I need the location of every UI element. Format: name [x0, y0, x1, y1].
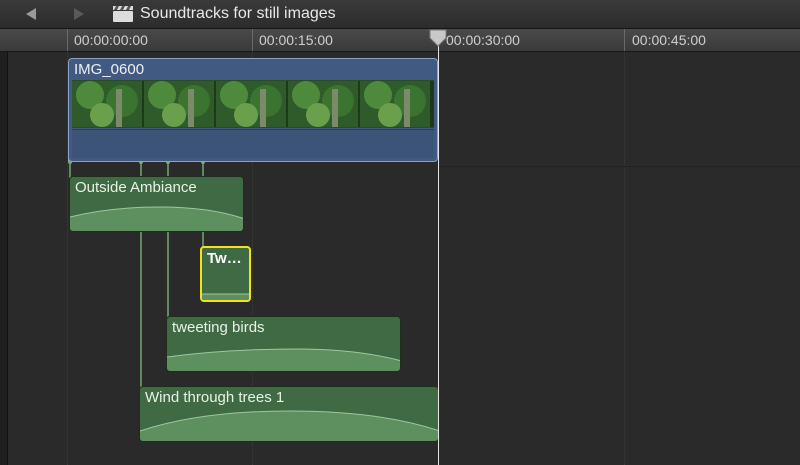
video-clip-name: IMG_0600 [74, 61, 145, 78]
audio-waveform [140, 410, 438, 441]
lane-divider [440, 166, 800, 167]
video-thumbnail [216, 81, 286, 127]
back-button[interactable] [18, 5, 44, 23]
audio-clip-tweeting-short[interactable]: Tw… [200, 246, 251, 302]
video-thumbnail [72, 81, 142, 127]
timecode-ruler[interactable]: 00:00:00:00 00:00:15:00 00:00:30:00 00:0… [0, 29, 800, 52]
audio-clip-wind-through-trees[interactable]: Wind through trees 1 [139, 386, 439, 442]
video-clip[interactable]: IMG_0600 [68, 58, 438, 162]
clapperboard-icon [113, 6, 133, 22]
audio-clip-name: tweeting birds [172, 319, 265, 336]
ruler-tick-15: 00:00:15:00 [259, 32, 333, 48]
timeline-gutter [0, 52, 8, 465]
audio-waveform [70, 206, 243, 231]
video-thumbnail [288, 81, 358, 127]
audio-clip-tweeting-birds[interactable]: tweeting birds [166, 316, 401, 372]
ruler-tick-30: 00:00:30:00 [446, 32, 520, 48]
ruler-tick-0: 00:00:00:00 [74, 32, 148, 48]
video-audio-area [72, 129, 434, 158]
video-thumbnail [144, 81, 214, 127]
audio-clip-name: Outside Ambiance [75, 179, 197, 196]
grid-line [624, 52, 625, 465]
audio-clip-name: Tw… [207, 250, 242, 267]
audio-clip-outside-ambiance[interactable]: Outside Ambiance [69, 176, 244, 232]
toolbar: Soundtracks for still images [0, 0, 800, 29]
video-filmstrip [72, 80, 434, 128]
forward-arrow-icon [74, 8, 84, 20]
audio-clip-name: Wind through trees 1 [145, 389, 285, 406]
audio-waveform [167, 348, 400, 371]
playhead-line[interactable] [438, 44, 439, 465]
forward-button[interactable] [66, 5, 92, 23]
ruler-tick-45: 00:00:45:00 [632, 32, 706, 48]
audio-waveform [202, 293, 249, 300]
video-thumbnail [360, 81, 430, 127]
playhead-handle-icon[interactable] [429, 29, 447, 47]
back-arrow-icon [26, 8, 36, 20]
project-title: Soundtracks for still images [140, 5, 336, 22]
